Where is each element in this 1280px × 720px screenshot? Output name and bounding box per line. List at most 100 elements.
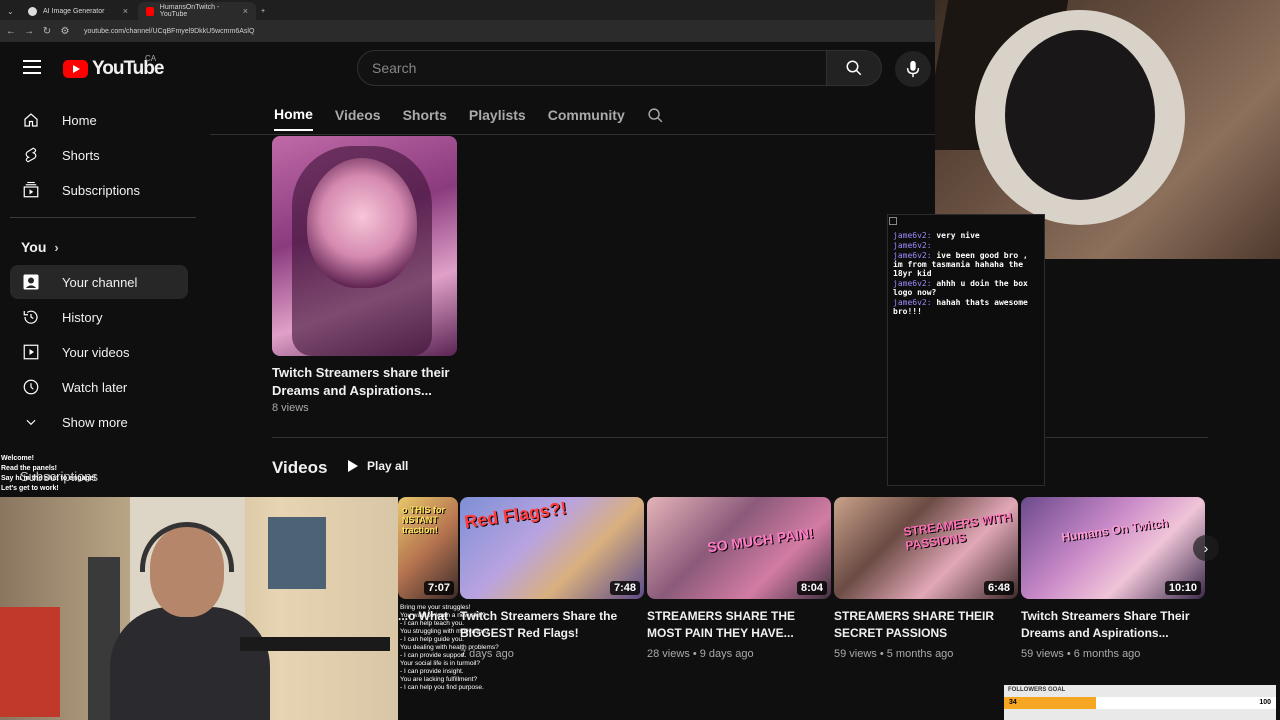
search-input[interactable]: Search bbox=[357, 50, 827, 86]
close-icon[interactable]: × bbox=[243, 6, 248, 16]
new-tab-button[interactable]: + bbox=[258, 2, 272, 20]
chat-username: jame6v2: bbox=[893, 298, 932, 307]
videos-section-title[interactable]: Videos bbox=[272, 458, 327, 478]
chat-username: jame6v2: bbox=[893, 251, 932, 260]
search-button[interactable] bbox=[826, 50, 882, 86]
sidebar-item-shorts[interactable]: Shorts bbox=[10, 138, 188, 172]
welcome-overlay: Welcome! Read the panels! Say hi in the … bbox=[1, 454, 96, 494]
clock-icon bbox=[22, 378, 40, 396]
shorts-icon bbox=[22, 146, 40, 164]
play-all-button[interactable]: Play all bbox=[347, 459, 408, 473]
sidebar-item-history[interactable]: History bbox=[10, 300, 188, 334]
welcome-line: Welcome! bbox=[1, 455, 34, 462]
sidebar-item-your-videos[interactable]: Your videos bbox=[10, 335, 188, 369]
back-icon[interactable]: ← bbox=[2, 26, 20, 37]
tabs-divider bbox=[210, 134, 935, 135]
video-meta: 59 views • 6 months ago bbox=[1021, 648, 1141, 660]
sidebar-item-label: Your channel bbox=[62, 274, 138, 290]
video-title[interactable]: STREAMERS SHARE THEIR SECRET PASSIONS bbox=[834, 608, 1018, 642]
video-thumbnail[interactable]: SO MUCH PAIN! 8:04 bbox=[647, 497, 831, 599]
chat-message: jame6v2: ahhh u doin the box logo now? bbox=[893, 279, 1039, 297]
goal-max: 100 bbox=[1259, 699, 1271, 706]
sidebar-item-label: Show more bbox=[62, 414, 128, 430]
video-thumbnail[interactable]: Red Flags?! 7:48 bbox=[460, 497, 644, 599]
chat-message: jame6v2: hahah thats awesome bro!!! bbox=[893, 298, 1039, 316]
chevron-right-icon: › bbox=[1203, 540, 1209, 556]
chevron-down-icon bbox=[22, 413, 40, 431]
goal-progress-fill bbox=[1004, 697, 1097, 709]
webcam-person-body bbox=[110, 607, 270, 720]
sidebar-item-your-channel[interactable]: Your channel bbox=[10, 265, 188, 299]
play-all-label: Play all bbox=[367, 459, 409, 473]
site-info-icon[interactable]: ⚙ bbox=[56, 26, 74, 37]
chat-popout-icon[interactable] bbox=[889, 217, 897, 225]
chat-text: very nive bbox=[936, 231, 980, 240]
welcome-line: Read the panels! bbox=[1, 465, 58, 472]
channel-tabs: Home Videos Shorts Playlists Community bbox=[274, 98, 686, 134]
chat-message: jame6v2: bbox=[893, 241, 1039, 250]
sidebar-item-show-more[interactable]: Show more bbox=[10, 405, 188, 439]
tab-list-button[interactable]: ⌄ bbox=[4, 2, 18, 20]
bot-panel-line: - I can help teach you. bbox=[400, 620, 464, 627]
goal-progress-bar bbox=[1004, 697, 1276, 709]
webcam-cat bbox=[1005, 30, 1155, 200]
welcome-line: Say hi in the chat to engage! bbox=[1, 475, 96, 482]
thumbnail-overlay-text: Red Flags?! bbox=[463, 497, 568, 533]
video-card[interactable]: Humans On Twitch 10:10 Twitch Streamers … bbox=[1021, 497, 1205, 660]
channel-search-icon[interactable] bbox=[647, 99, 664, 132]
bot-panel-line: - I can provide insight. bbox=[400, 668, 464, 675]
bot-panel-line: You dealing with health problems? bbox=[400, 644, 499, 651]
video-thumbnail[interactable]: STREAMERS WITH PASSIONS 6:48 bbox=[834, 497, 1018, 599]
video-card[interactable]: SO MUCH PAIN! 8:04 STREAMERS SHARE THE M… bbox=[647, 497, 831, 660]
search-icon bbox=[846, 60, 862, 76]
chat-message: jame6v2: ive been good bro , im from tas… bbox=[893, 251, 1039, 278]
featured-short-title[interactable]: Twitch Streamers share their Dreams and … bbox=[272, 364, 462, 400]
sidebar-item-home[interactable]: Home bbox=[10, 103, 188, 137]
forward-icon[interactable]: → bbox=[20, 26, 38, 37]
reload-icon[interactable]: ↻ bbox=[38, 26, 56, 37]
video-title[interactable]: STREAMERS SHARE THE MOST PAIN THEY HAVE.… bbox=[647, 608, 831, 642]
video-card[interactable]: STREAMERS WITH PASSIONS 6:48 STREAMERS S… bbox=[834, 497, 1018, 660]
goal-label: FOLLOWERS GOAL bbox=[1008, 687, 1066, 693]
tab-community[interactable]: Community bbox=[548, 98, 625, 131]
history-icon bbox=[22, 308, 40, 326]
carousel-next-button[interactable]: › bbox=[1193, 535, 1219, 561]
voice-search-button[interactable] bbox=[895, 51, 931, 87]
thumbnail-overlay-text: o THIS for NSTANT traction! bbox=[402, 505, 445, 535]
bot-panel-line: - I can help you find purpose. bbox=[400, 684, 484, 691]
browser-tab-ai-image[interactable]: AI Image Generator × bbox=[20, 2, 136, 20]
tab-playlists[interactable]: Playlists bbox=[469, 98, 526, 131]
country-code: CA bbox=[145, 54, 157, 63]
sidebar-item-subscriptions[interactable]: Subscriptions bbox=[10, 173, 188, 207]
thumbnail-face bbox=[307, 158, 417, 288]
play-square-icon bbox=[22, 343, 40, 361]
video-thumbnail[interactable]: o THIS for NSTANT traction! 7:07 bbox=[398, 497, 458, 599]
video-thumbnail[interactable]: Humans On Twitch 10:10 bbox=[1021, 497, 1205, 599]
sidebar-divider bbox=[10, 217, 196, 218]
thumbnail-overlay-text: STREAMERS WITH PASSIONS bbox=[902, 509, 1013, 553]
bot-panel-line: Your social life is in turmoil? bbox=[400, 660, 480, 667]
bot-panel-line: You struggling with motivation? bbox=[400, 628, 490, 635]
browser-tab-youtube[interactable]: HumansOnTwitch - YouTube × bbox=[138, 2, 256, 20]
tab-videos[interactable]: Videos bbox=[335, 98, 381, 131]
url-field[interactable]: youtube.com/channel/UCqBFmyel9DkkU5wcmm6… bbox=[84, 28, 254, 35]
tab-shorts[interactable]: Shorts bbox=[403, 98, 447, 131]
goal-current: 34 bbox=[1009, 699, 1017, 706]
video-title[interactable]: Twitch Streamers Share Their Dreams and … bbox=[1021, 608, 1205, 642]
video-duration: 10:10 bbox=[1164, 581, 1201, 595]
sidebar-you-heading[interactable]: You › bbox=[21, 239, 59, 255]
sidebar-item-watch-later[interactable]: Watch later bbox=[10, 370, 188, 404]
youtube-logo-icon bbox=[63, 60, 88, 78]
webcam-overlay-streamer bbox=[0, 497, 398, 720]
sidebar-item-label: Your videos bbox=[62, 344, 130, 360]
youtube-header: YouTube CA Search bbox=[0, 44, 935, 94]
close-icon[interactable]: × bbox=[123, 6, 128, 16]
featured-short-thumbnail[interactable] bbox=[272, 136, 457, 356]
tab-home[interactable]: Home bbox=[274, 98, 313, 131]
bot-panel-line: - I can provide support. bbox=[400, 652, 467, 659]
chat-username: jame6v2: bbox=[893, 231, 932, 240]
menu-icon[interactable] bbox=[23, 60, 41, 74]
video-duration: 8:04 bbox=[796, 581, 827, 595]
tab-label: AI Image Generator bbox=[43, 7, 105, 15]
section-divider bbox=[272, 437, 1208, 438]
